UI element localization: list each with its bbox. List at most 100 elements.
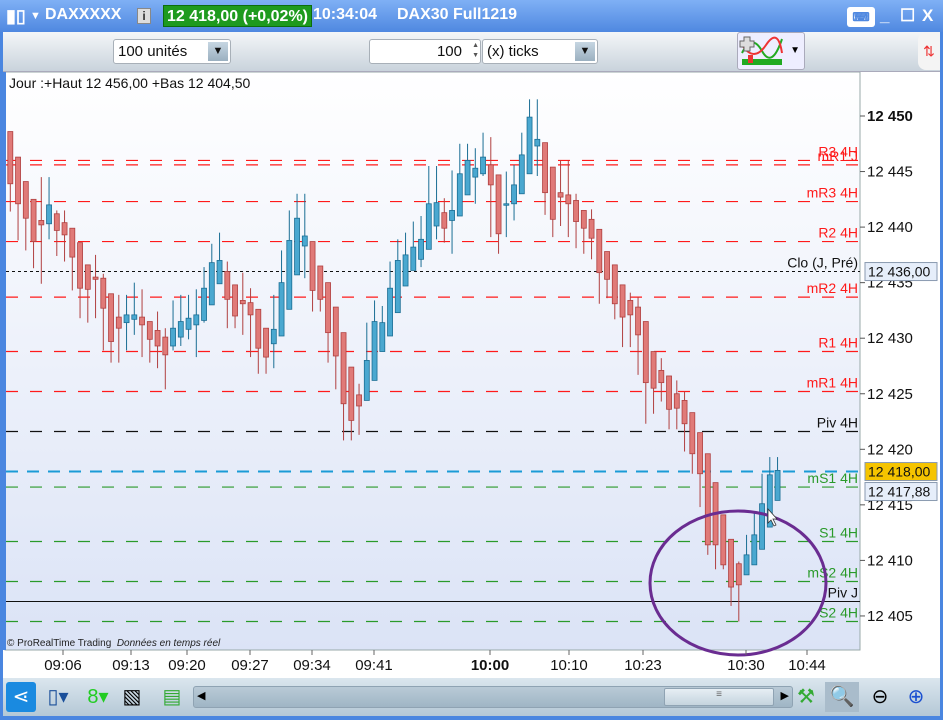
candle-body (751, 534, 758, 566)
keyboard-icon[interactable]: ⌨ (847, 7, 875, 27)
level-label: Piv 4H (817, 415, 858, 431)
price-tick-label: 12 450 (867, 108, 913, 125)
close-icon[interactable]: X (922, 6, 933, 26)
candle-body (534, 138, 541, 147)
time-tick-label: 10:10 (550, 657, 588, 674)
indicators-button[interactable]: ▼ (737, 32, 805, 70)
candle-body (573, 200, 579, 222)
candle-body (30, 198, 37, 242)
units-select[interactable]: 100 unités ▼ (113, 39, 231, 64)
bars-icon[interactable]: ▤ (157, 682, 187, 712)
maximize-icon[interactable]: ☐ (900, 6, 915, 26)
level-label: Clo (J, Pré) (787, 255, 858, 271)
candle-body (46, 204, 52, 225)
scroll-right-icon[interactable]: ▶ (781, 689, 789, 702)
candle-body (697, 432, 703, 475)
level-label: mR1 J (818, 148, 858, 164)
candle-body (735, 563, 742, 586)
candle-body (224, 271, 231, 300)
info-icon[interactable]: i (137, 8, 151, 24)
candle-body (433, 202, 440, 227)
chevron-down-icon[interactable]: ▼ (790, 45, 800, 56)
candle-body (255, 308, 262, 349)
share-icon[interactable]: ⋖ (6, 682, 36, 712)
candle-body (658, 370, 665, 384)
clo-price-tag: 12 436,00 (868, 264, 930, 280)
left-edge (3, 72, 6, 650)
level-label: mR3 4H (807, 185, 858, 201)
layout-icon[interactable]: ▯▾ (43, 682, 73, 712)
candle-body (115, 316, 122, 329)
candle-body (379, 322, 386, 352)
level-label: Piv J (828, 585, 858, 601)
horizontal-scrollbar[interactable]: ◀ ≡ ▶ (193, 686, 793, 708)
candle-body (487, 164, 494, 186)
candle-body (84, 264, 91, 290)
candle-body (239, 300, 246, 305)
zoom-in-icon[interactable]: ⊕ (901, 682, 931, 712)
price-tick-label: 12 440 (867, 219, 913, 236)
candlestick-icon[interactable]: ▮▯ (6, 6, 26, 27)
tools-icon[interactable]: ⚒ (791, 682, 821, 712)
sync-icon[interactable]: ⇅ (918, 32, 940, 70)
candle-body (759, 503, 765, 550)
candle-body (418, 238, 424, 260)
level-label: mS2 4H (807, 565, 858, 581)
candle-body (472, 167, 479, 178)
candle-body (619, 284, 626, 318)
candle-body (774, 470, 781, 501)
candle-body (611, 264, 618, 305)
candle-body (131, 314, 138, 320)
clock: 10:34:04 (313, 6, 378, 23)
ticks-select[interactable]: (x) ticks ▼ (482, 39, 598, 64)
price-tick-label: 12 410 (867, 552, 913, 569)
candle-body (425, 203, 432, 250)
candle-body (263, 327, 269, 358)
time-tick-label: 09:27 (231, 657, 269, 674)
candle-body (464, 160, 471, 196)
zoom-out-icon[interactable]: ⊖ (865, 682, 895, 712)
candle-body (363, 360, 370, 401)
candle-body (77, 242, 83, 289)
candle-body (402, 254, 409, 287)
candle-body (325, 282, 331, 334)
link-icon[interactable]: 8▾ (83, 682, 113, 712)
chart-panel[interactable]: R3 4H mR1 JmR3 4H R2 4H Clo (J, Pré) mR2 4H R… (3, 71, 940, 678)
ticks-input[interactable]: 100 ▲ ▼ (369, 39, 481, 64)
candle-body (704, 453, 711, 546)
chart-style-icon[interactable]: ▧ (117, 682, 147, 712)
candle-body (247, 302, 254, 316)
ticks-select-value: (x) ticks (487, 43, 539, 60)
bottom-toolbar: ⋖ ▯▾ 8▾ ▧ ▤ ◀ ≡ ▶ ⚒ 🔍 ⊖ ⊕ (3, 678, 940, 716)
chevron-down-icon[interactable]: ▼ (575, 42, 595, 61)
candle-body (69, 227, 76, 258)
symbol-name[interactable]: DAXXXXX (45, 6, 121, 24)
auto-zoom-icon[interactable]: 🔍 (825, 682, 859, 712)
candle-body (681, 400, 688, 425)
candle-body (348, 366, 355, 421)
minimize-icon[interactable]: _ (880, 6, 889, 26)
scroll-thumb[interactable]: ≡ (664, 688, 774, 706)
candle-body (278, 282, 285, 337)
candle-body (526, 116, 533, 175)
chevron-down-icon[interactable]: ▼ (208, 42, 228, 61)
symbol-dropdown-icon[interactable]: ▼ (30, 10, 41, 22)
candle-body (162, 336, 169, 356)
candle-body (635, 306, 641, 336)
candle-body (301, 235, 308, 247)
units-select-value: 100 unités (118, 43, 188, 60)
candle-body (410, 246, 417, 271)
price-chart[interactable]: R3 4HmR1 JmR3 4HR2 4HClo (J, Pré)mR2 4HR… (3, 71, 940, 678)
ticks-input-value: 100 (436, 43, 462, 60)
time-tick-label: 09:34 (293, 657, 331, 674)
candle-body (480, 156, 486, 175)
candle-body (123, 314, 130, 324)
candle-body (371, 321, 378, 381)
scroll-left-icon[interactable]: ◀ (197, 689, 205, 702)
level-label: S1 4H (819, 525, 858, 541)
stepper-icon[interactable]: ▲ ▼ (472, 41, 479, 61)
candle-body (22, 181, 29, 219)
price-badge: 12 418,00 (+0,02%) (163, 5, 312, 27)
candle-body (139, 316, 145, 326)
candle-body (317, 265, 324, 300)
